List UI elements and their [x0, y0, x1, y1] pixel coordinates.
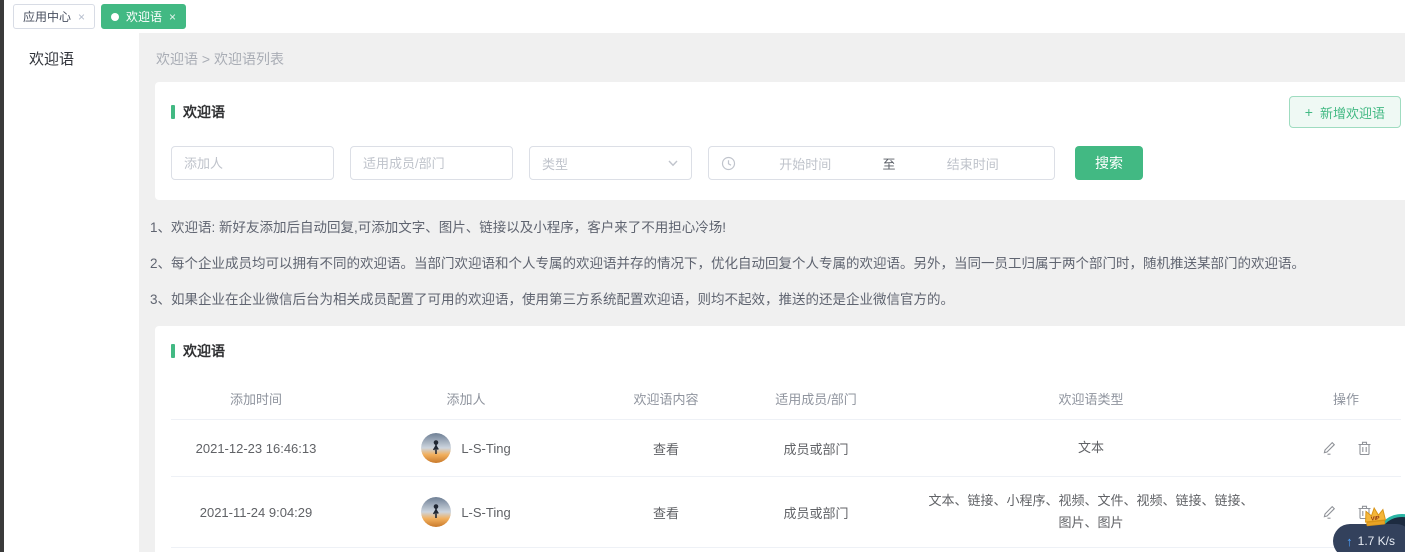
- tab-bar: 应用中心 × 欢迎语 ×: [4, 0, 1405, 33]
- table-card: 欢迎语 添加时间 添加人 欢迎语内容 适用成员/部门 欢迎语类型 操作 2021…: [155, 326, 1405, 552]
- tab-welcome-message[interactable]: 欢迎语 ×: [101, 4, 186, 29]
- date-range-picker[interactable]: 开始时间 至 结束时间: [708, 146, 1055, 180]
- filter-section-title: 欢迎语: [171, 102, 225, 122]
- table-row: 2021-12-23 16:46:13 L-S-Ting 查看 成员或部门 文本: [171, 419, 1401, 476]
- speed-value: 1.7 K/s: [1358, 534, 1395, 548]
- section-title-bar: [171, 344, 175, 358]
- sidebar-item-welcome-message[interactable]: 欢迎语: [4, 33, 139, 69]
- message-type: 文本: [1078, 437, 1104, 459]
- table-row: 2021-11-24 9:04:29 L-S-Ting 查看 成员或部门 文本、…: [171, 476, 1401, 547]
- filter-card: 欢迎语 + 新增欢迎语 类型 开始时间 至 结束时间 搜索: [155, 82, 1405, 200]
- search-button[interactable]: 搜索: [1075, 146, 1143, 180]
- welcome-message-table: 添加时间 添加人 欢迎语内容 适用成员/部门 欢迎语类型 操作 2021-12-…: [171, 377, 1401, 552]
- table-section-title: 欢迎语: [171, 341, 1401, 361]
- close-icon[interactable]: ×: [78, 11, 85, 23]
- adder-name: L-S-Ting: [461, 505, 510, 520]
- tab-label: 欢迎语: [126, 8, 162, 25]
- adder-name: L-S-Ting: [461, 441, 510, 456]
- trash-icon: [1357, 440, 1372, 456]
- column-header: 添加人: [341, 389, 591, 408]
- avatar: [421, 433, 451, 463]
- upload-arrow-icon: ↑: [1346, 534, 1353, 549]
- end-time-field[interactable]: 结束时间: [904, 154, 1043, 173]
- edit-button[interactable]: [1321, 504, 1337, 520]
- table-header-row: 添加时间 添加人 欢迎语内容 适用成员/部门 欢迎语类型 操作: [171, 377, 1401, 419]
- adder-input[interactable]: [171, 146, 334, 180]
- plus-icon: +: [1305, 104, 1313, 120]
- avatar: [421, 497, 451, 527]
- column-header: 添加时间: [171, 389, 341, 408]
- view-content-link[interactable]: 查看: [653, 442, 679, 457]
- member-department-input[interactable]: [350, 146, 513, 180]
- added-time: 2021-12-23 16:46:13: [171, 441, 341, 456]
- close-icon[interactable]: ×: [169, 11, 176, 23]
- range-separator: 至: [875, 154, 904, 173]
- clock-icon: [721, 156, 736, 171]
- tab-app-center[interactable]: 应用中心 ×: [13, 4, 95, 29]
- main-content: 欢迎语 > 欢迎语列表 欢迎语 + 新增欢迎语 类型 开始时间 至 结: [139, 33, 1405, 552]
- type-select[interactable]: 类型: [529, 146, 692, 180]
- table-row: 2021-11-23 17:39:17 L-S-Ting 查看 全体 文本、文件: [171, 547, 1401, 552]
- breadcrumb: 欢迎语 > 欢迎语列表: [139, 33, 1405, 82]
- delete-button[interactable]: [1357, 440, 1372, 456]
- pencil-icon: [1321, 504, 1337, 520]
- scope: 成员或部门: [741, 439, 891, 458]
- pencil-icon: [1321, 440, 1337, 456]
- vip-crown-icon: VIP: [1361, 504, 1389, 529]
- column-header: 欢迎语类型: [891, 389, 1291, 408]
- add-welcome-message-button[interactable]: + 新增欢迎语: [1289, 96, 1401, 128]
- sidebar: 欢迎语: [4, 33, 139, 552]
- edit-button[interactable]: [1321, 440, 1337, 456]
- scope: 成员或部门: [741, 503, 891, 522]
- note-line: 1、欢迎语: 新好友添加后自动回复,可添加文字、图片、链接以及小程序，客户来了不…: [150, 218, 1405, 238]
- svg-text:VIP: VIP: [1371, 516, 1381, 523]
- chevron-down-icon: [667, 157, 679, 169]
- column-header: 操作: [1291, 389, 1401, 408]
- help-notes: 1、欢迎语: 新好友添加后自动回复,可添加文字、图片、链接以及小程序，客户来了不…: [150, 218, 1405, 310]
- active-dot-icon: [111, 13, 119, 21]
- added-time: 2021-11-24 9:04:29: [171, 505, 341, 520]
- start-time-field[interactable]: 开始时间: [736, 154, 875, 173]
- note-line: 3、如果企业在企业微信后台为相关成员配置了可用的欢迎语，使用第三方系统配置欢迎语…: [150, 290, 1405, 310]
- note-line: 2、每个企业成员均可以拥有不同的欢迎语。当部门欢迎语和个人专属的欢迎语并存的情况…: [150, 254, 1405, 274]
- download-speed-widget[interactable]: ↑ 1.7 K/s: [1333, 524, 1405, 552]
- tab-label: 应用中心: [23, 8, 71, 25]
- left-edge-strip: [0, 0, 4, 552]
- view-content-link[interactable]: 查看: [653, 506, 679, 521]
- column-header: 适用成员/部门: [741, 389, 891, 408]
- section-title-bar: [171, 105, 175, 119]
- message-type: 文本、链接、小程序、视频、文件、视频、链接、链接、图片、图片: [926, 490, 1256, 534]
- column-header: 欢迎语内容: [591, 389, 741, 408]
